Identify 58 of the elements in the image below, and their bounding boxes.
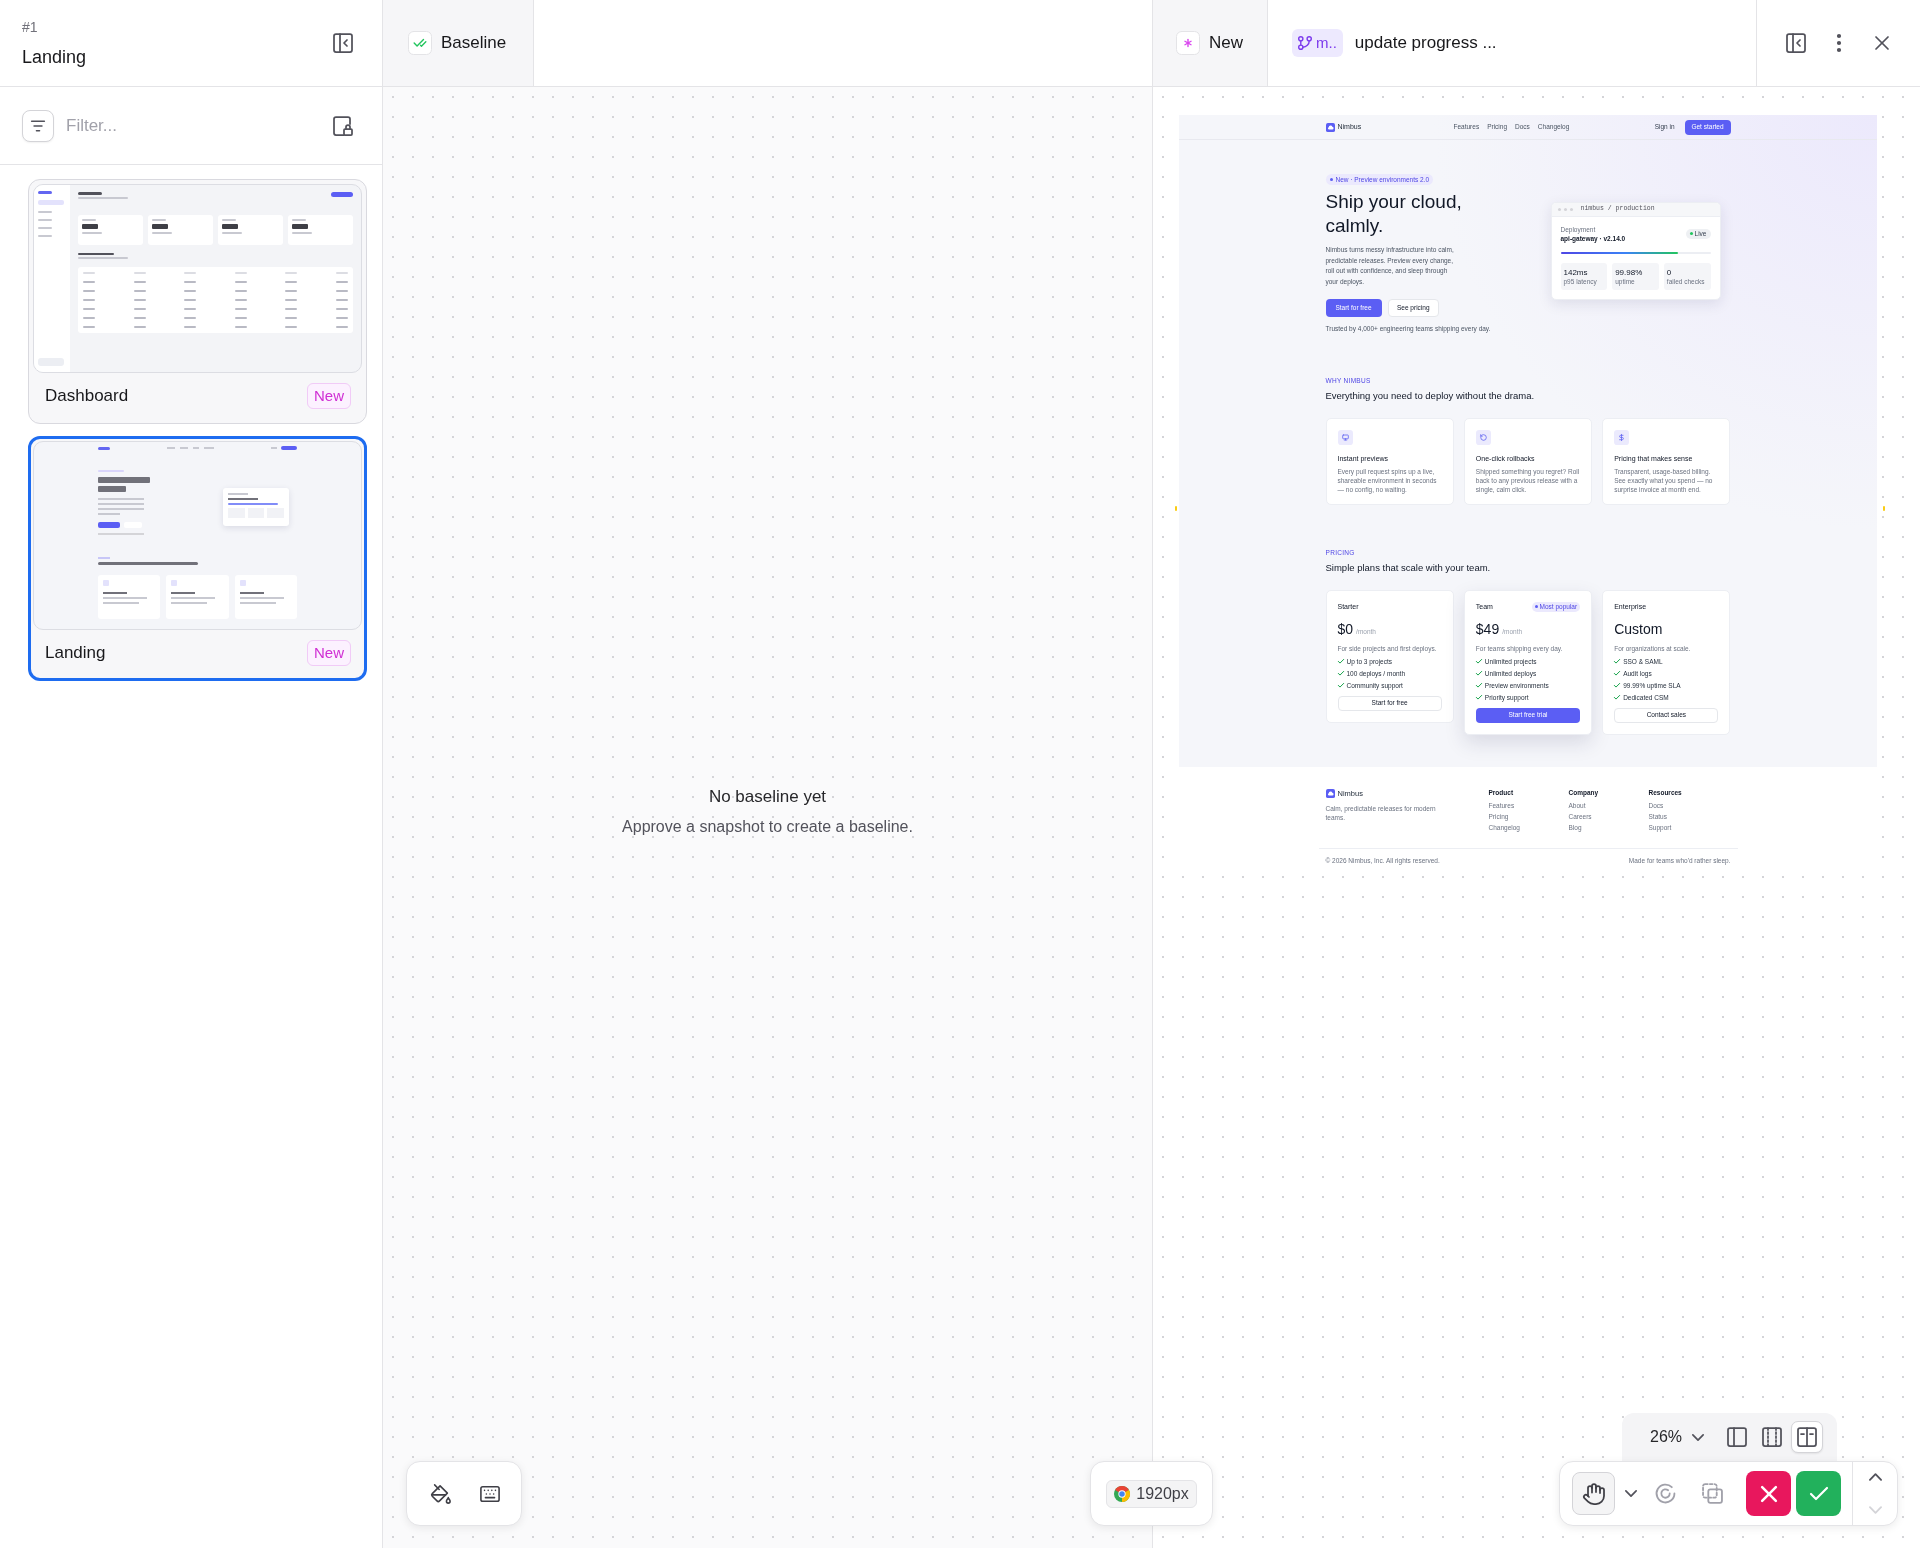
asterisk-icon [1176, 31, 1200, 55]
browser-icon [1114, 1485, 1131, 1502]
overlay-icon [1702, 1483, 1723, 1504]
viewport-button[interactable]: 1920px [1106, 1479, 1197, 1508]
panel-toggle-icon[interactable] [333, 33, 353, 53]
approve-button[interactable] [1796, 1471, 1841, 1516]
panel-toggle-icon[interactable] [1785, 33, 1806, 53]
pane-title: New [1209, 32, 1243, 54]
paint-bucket-icon[interactable] [431, 1483, 451, 1504]
monitor-icon [1337, 429, 1353, 445]
plan-price: $49 [1475, 620, 1500, 637]
plan-price: Custom [1614, 620, 1663, 637]
commit-message: update progress ... [1354, 32, 1497, 54]
dollar-icon [1614, 429, 1630, 445]
panel-left-icon [1727, 1427, 1748, 1447]
split-view-icon [1797, 1427, 1818, 1447]
sidebar-title: Landing [22, 45, 87, 69]
cloud-logo-icon [1325, 788, 1335, 798]
double-check-icon [408, 31, 432, 55]
chevron-down-icon [1692, 1433, 1705, 1441]
stat-value: 99.98% [1615, 267, 1644, 277]
status-badge: New [307, 640, 351, 666]
status-badge: New [307, 383, 351, 409]
zoom-dropdown[interactable]: 26% [1650, 1427, 1705, 1447]
layout-button[interactable] [1791, 1421, 1824, 1453]
spiral-icon [1655, 1483, 1676, 1504]
section-title: Everything you need to deploy without the drama. [1325, 389, 1536, 402]
lock-icon[interactable] [333, 115, 353, 136]
branch-icon [1298, 36, 1312, 50]
stat-value: 0 [1666, 267, 1673, 277]
resize-handle-icon[interactable] [1883, 506, 1885, 511]
check-icon [1809, 1487, 1828, 1500]
snapshot-card[interactable]: Landing New [28, 436, 367, 681]
pane-title: Baseline [441, 32, 507, 54]
x-icon [1760, 1485, 1777, 1502]
resize-handle-icon[interactable] [1175, 506, 1177, 511]
rotate-icon [1475, 429, 1491, 445]
reject-button[interactable] [1746, 1471, 1791, 1516]
filter-button[interactable] [22, 109, 54, 142]
hand-tool-button[interactable] [1572, 1472, 1615, 1515]
plan-price: $0 [1337, 620, 1354, 637]
filter-field[interactable]: Filter... [66, 111, 321, 140]
empty-state-message: Approve a snapshot to create a baseline. [622, 817, 913, 837]
run-number: #1 [22, 17, 39, 36]
chevron-down-icon[interactable] [1625, 1490, 1637, 1497]
hand-icon [1582, 1482, 1605, 1505]
branch-name: m.. [1316, 33, 1337, 53]
snapshot-card[interactable]: Dashboard New [28, 179, 367, 424]
panel-columns-icon [1762, 1427, 1783, 1447]
stat-value: 142ms [1563, 267, 1589, 277]
hero-title: Ship your cloud, calmly. [1325, 190, 1463, 238]
snapshot-name: Landing [45, 642, 106, 664]
empty-state-title: No baseline yet [708, 786, 827, 808]
chevron-up-icon[interactable] [1868, 1473, 1882, 1481]
cloud-logo-icon [1325, 122, 1335, 132]
snapshot-name: Dashboard [45, 385, 129, 407]
section-title: Simple plans that scale with your team. [1325, 561, 1492, 574]
keyboard-icon[interactable] [480, 1484, 500, 1503]
